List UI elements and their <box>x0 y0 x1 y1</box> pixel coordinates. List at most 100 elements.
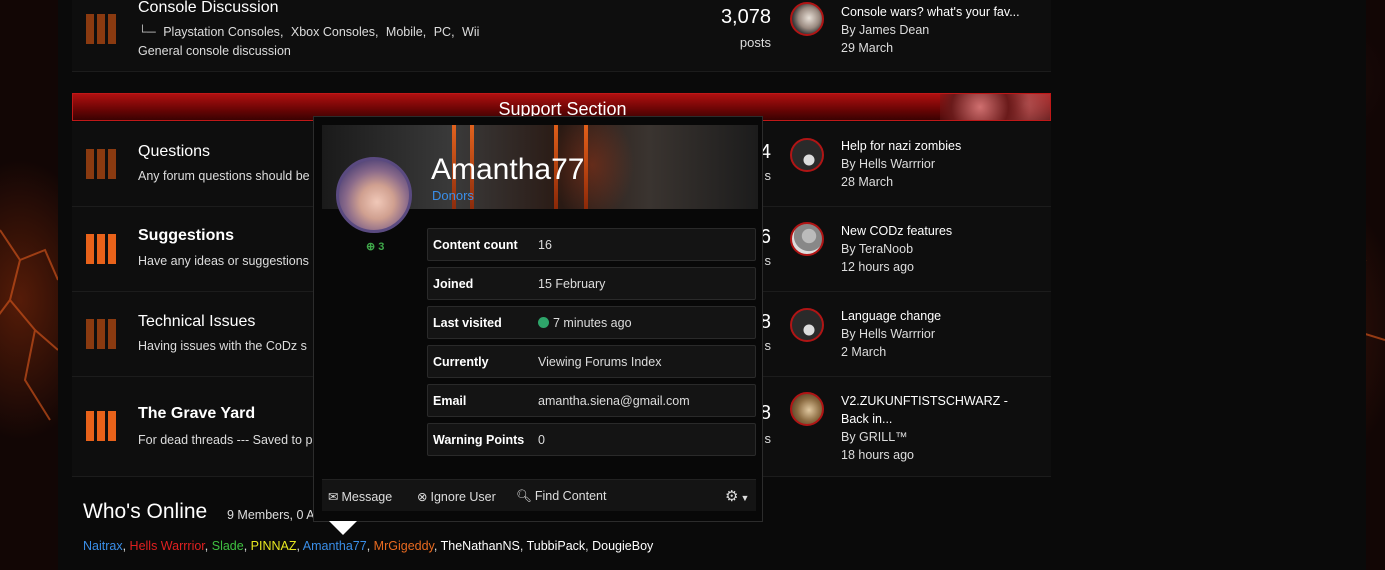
online-member-list: Naitrax, Hells Warrrior, Slade, PINNAZ, … <box>83 539 654 553</box>
info-row-currently: Currently Viewing Forums Index <box>427 345 756 378</box>
plus-circle-icon: ⊕ <box>366 241 376 253</box>
reputation-count: 3 <box>378 241 385 253</box>
online-member[interactable]: TheNathanNS <box>441 539 520 553</box>
post-count-label: s <box>764 431 772 446</box>
gear-icon: ⚙ <box>725 488 739 505</box>
settings-menu-button[interactable]: ⚙ ▼ <box>725 487 749 505</box>
last-post-author[interactable]: By Hells Warrrior <box>841 157 935 171</box>
subforum-link[interactable]: PC <box>434 25 451 39</box>
info-row-joined: Joined 15 February <box>427 267 756 300</box>
forum-title[interactable]: Technical Issues <box>138 313 255 331</box>
online-member[interactable]: PINNAZ <box>251 539 297 553</box>
user-avatar[interactable] <box>336 157 412 233</box>
info-value: 7 minutes ago <box>553 316 632 330</box>
last-post-author[interactable]: By James Dean <box>841 23 929 37</box>
info-row-content-count: Content count 16 <box>427 228 756 261</box>
cover-detail <box>584 125 588 209</box>
last-post-title[interactable]: Help for nazi zombies <box>841 139 961 153</box>
whos-online-count: 9 Members, 0 A <box>227 508 315 522</box>
last-post-date: 2 March <box>841 345 887 359</box>
online-member[interactable]: Naitrax <box>83 539 123 553</box>
forum-description: For dead threads --- Saved to p <box>138 433 313 447</box>
last-post-author[interactable]: By Hells Warrrior <box>841 327 935 341</box>
subforum-marker: └─ <box>138 25 156 39</box>
info-label: Email <box>433 394 467 408</box>
find-content-button[interactable]: 🔍︎ Find Content <box>516 489 606 504</box>
info-value: 16 <box>538 238 552 252</box>
online-member[interactable]: Hells Warrrior <box>130 539 205 553</box>
last-post-title[interactable]: V2.ZUKUNFTISTSCHWARZ - <box>841 394 1008 408</box>
info-label: Joined <box>433 277 474 291</box>
subforum-link[interactable]: Mobile <box>386 25 423 39</box>
caret-down-icon: ▼ <box>740 493 750 503</box>
message-button[interactable]: ✉ Message <box>328 489 392 504</box>
ignore-label: Ignore User <box>430 490 496 504</box>
online-member[interactable]: Slade <box>212 539 244 553</box>
info-value: 0 <box>538 433 545 447</box>
hovercard-actions: ✉ Message ⊗ Ignore User 🔍︎ Find Content ⚙ ▼ <box>322 479 756 511</box>
info-row-email: Email amantha.siena@gmail.com <box>427 384 756 417</box>
user-hovercard: ⊕ 3 Amantha77 Donors Content count 16 Jo… <box>313 116 763 522</box>
info-value[interactable]: amantha.siena@gmail.com <box>538 394 690 408</box>
forum-icon <box>86 149 116 179</box>
subforum-link[interactable]: Playstation Consoles <box>163 25 280 39</box>
post-count-label: s <box>764 338 772 353</box>
last-post-title[interactable]: Console wars? what's your fav... <box>841 5 1020 19</box>
online-member[interactable]: DougieBoy <box>592 539 653 553</box>
envelope-icon: ✉ <box>328 490 339 504</box>
hovercard-pointer <box>329 521 357 535</box>
last-poster-avatar[interactable] <box>790 138 824 172</box>
online-member[interactable]: Amantha77 <box>303 539 367 553</box>
online-status-icon <box>538 317 549 328</box>
forum-description: General console discussion <box>138 44 291 58</box>
reputation-badge: ⊕ 3 <box>366 240 384 253</box>
search-icon: 🔍︎ <box>516 489 532 503</box>
info-label: Last visited <box>433 316 502 330</box>
forum-title[interactable]: Suggestions <box>138 227 234 245</box>
post-count-label: s <box>764 168 772 183</box>
subforum-link[interactable]: Wii <box>462 25 479 39</box>
forum-title[interactable]: The Grave Yard <box>138 405 255 423</box>
whos-online-title: Who's Online <box>83 500 208 523</box>
ignore-user-button[interactable]: ⊗ Ignore User <box>417 489 496 504</box>
info-label: Warning Points <box>433 433 525 447</box>
last-post-date: 29 March <box>841 41 894 55</box>
last-poster-avatar[interactable] <box>790 222 824 256</box>
forum-description: Any forum questions should be <box>138 169 310 183</box>
info-value-wrap: 7 minutes ago <box>538 316 632 330</box>
subforum-list: └─ Playstation Consoles, Xbox Consoles, … <box>138 25 480 39</box>
info-label: Content count <box>433 238 518 252</box>
last-poster-avatar[interactable] <box>790 2 824 36</box>
online-member[interactable]: TubbiPack <box>527 539 586 553</box>
forum-title[interactable]: Questions <box>138 143 210 161</box>
forum-description: Have any ideas or suggestions <box>138 254 309 268</box>
user-group: Donors <box>432 188 474 203</box>
forum-description: Having issues with the CoDz s <box>138 339 307 353</box>
ban-icon: ⊗ <box>417 490 428 504</box>
forum-row-console[interactable]: Console Discussion └─ Playstation Consol… <box>72 0 1051 72</box>
last-post-date: 12 hours ago <box>841 260 914 274</box>
last-poster-avatar[interactable] <box>790 308 824 342</box>
info-value: Viewing Forums Index <box>538 355 662 369</box>
post-count-label: posts <box>739 35 771 50</box>
online-member[interactable]: MrGigeddy <box>374 539 434 553</box>
subforum-link[interactable]: Xbox Consoles <box>291 25 375 39</box>
last-poster-avatar[interactable] <box>790 392 824 426</box>
info-label: Currently <box>433 355 489 369</box>
post-count: 3,078 <box>720 6 771 28</box>
forum-icon <box>86 14 116 44</box>
last-post-title[interactable]: New CODz features <box>841 224 952 238</box>
last-post-title-cont[interactable]: Back in... <box>841 412 892 426</box>
last-post-author[interactable]: By GRILL™ <box>841 430 908 444</box>
post-count-label: s <box>764 253 772 268</box>
forum-title[interactable]: Console Discussion <box>138 0 279 17</box>
last-post-author[interactable]: By TeraNoob <box>841 242 913 256</box>
last-post-date: 28 March <box>841 175 894 189</box>
info-row-last-visited: Last visited 7 minutes ago <box>427 306 756 339</box>
forum-icon <box>86 411 116 441</box>
info-value: 15 February <box>538 277 606 291</box>
user-name[interactable]: Amantha77 <box>431 153 584 187</box>
forum-icon <box>86 319 116 349</box>
forum-icon <box>86 234 116 264</box>
last-post-title[interactable]: Language change <box>841 309 941 323</box>
